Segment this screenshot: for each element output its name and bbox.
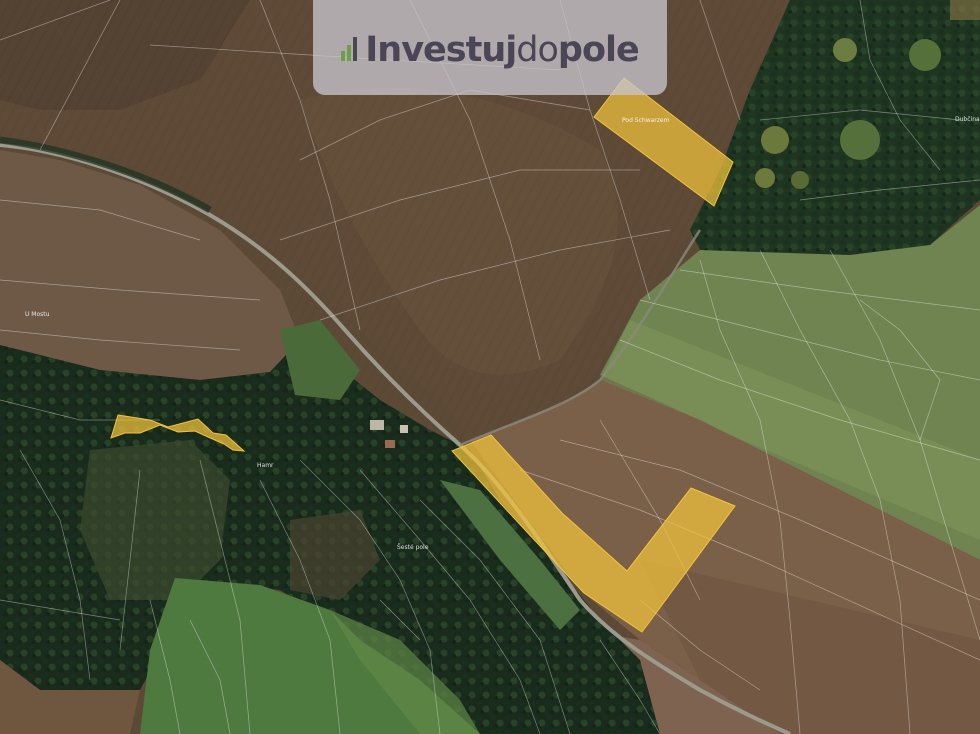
tree-canopy (755, 168, 775, 188)
brand-watermark: Investujdopole (313, 0, 667, 95)
map-viewport[interactable]: Pod Schwarzem U Mostu Dubčina Hamr Šesté… (0, 0, 980, 734)
brand-name: Investujdopole (365, 29, 639, 70)
tree-canopy (840, 120, 880, 160)
bar-chart-icon (341, 35, 359, 65)
tree-canopy (833, 38, 857, 62)
aerial-map[interactable] (0, 0, 980, 734)
tree-canopy (761, 126, 789, 154)
house-roof (950, 0, 980, 20)
tree-canopy (909, 39, 941, 71)
tree-canopy (791, 171, 809, 189)
